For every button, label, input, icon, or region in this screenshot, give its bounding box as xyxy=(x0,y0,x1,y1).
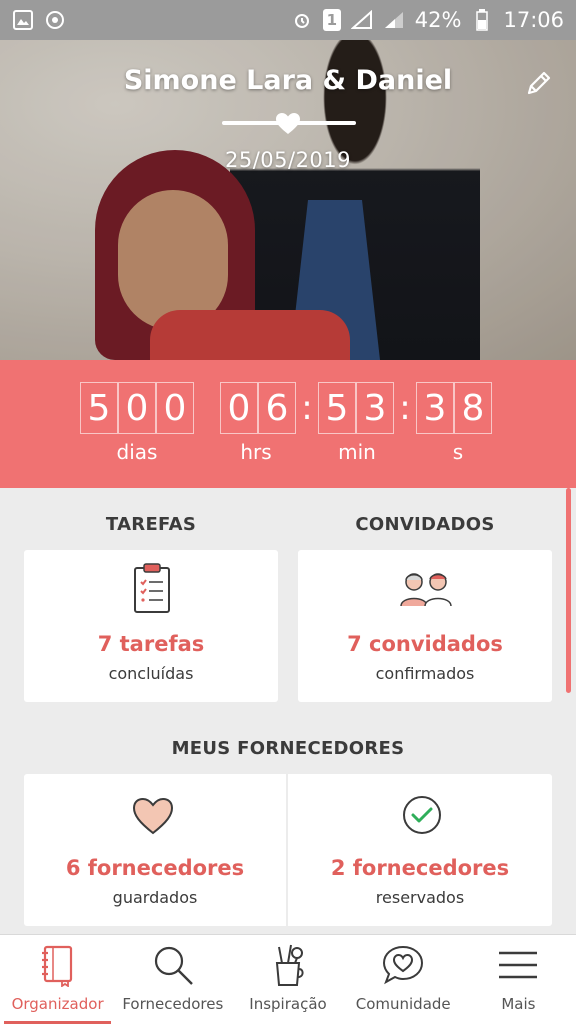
nav-fornecedores[interactable]: Fornecedores xyxy=(115,935,230,1024)
colon-separator: : xyxy=(399,388,411,428)
signal-strength-icon xyxy=(383,9,405,31)
booked-vendors-status: reservados xyxy=(375,888,465,907)
countdown-digits: 5 0 0 0 6 : 5 3 : 3 8 xyxy=(80,382,492,434)
seconds-digits: 3 8 xyxy=(416,382,492,434)
digit: 0 xyxy=(220,382,258,434)
nav-inspiracao[interactable]: Inspiração xyxy=(230,935,345,1024)
guests-card[interactable]: 7 convidados confirmados xyxy=(298,550,552,702)
search-icon xyxy=(151,943,195,987)
scroll-indicator[interactable] xyxy=(566,488,571,693)
digit: 3 xyxy=(416,382,454,434)
clock: 17:06 xyxy=(503,8,564,32)
check-circle-icon xyxy=(401,794,443,840)
seconds-label: s xyxy=(452,440,464,464)
guests-status: confirmados xyxy=(375,664,475,683)
menu-icon xyxy=(496,943,540,987)
nav-comunidade[interactable]: Comunidade xyxy=(346,935,461,1024)
pencil-cup-icon xyxy=(266,943,310,987)
heart-outline-icon xyxy=(131,796,175,840)
saved-vendors-status: guardados xyxy=(112,888,198,907)
nav-label: Inspiração xyxy=(249,995,327,1013)
digit: 3 xyxy=(356,382,394,434)
alarm-icon xyxy=(291,9,313,31)
nav-label: Mais xyxy=(501,995,536,1013)
tasks-count: 7 tarefas xyxy=(97,632,205,656)
tasks-card[interactable]: 7 tarefas concluídas xyxy=(24,550,278,702)
minutes-digits: 5 3 xyxy=(318,382,394,434)
days-digits: 5 0 0 xyxy=(80,382,194,434)
digit: 0 xyxy=(156,382,194,434)
digit: 6 xyxy=(258,382,296,434)
nav-label: Organizador xyxy=(11,995,104,1013)
booked-vendors-card[interactable]: 2 fornecedores reservados xyxy=(288,774,552,926)
couple-photo-header: Simone Lara & Daniel 25/05/2019 xyxy=(0,40,576,360)
notebook-icon xyxy=(36,943,80,988)
nav-label: Fornecedores xyxy=(122,995,224,1013)
tasks-status: concluídas xyxy=(108,664,194,683)
bottom-navigation: Organizador Fornecedores Inspiração Comu… xyxy=(0,934,576,1024)
hours-label: hrs xyxy=(240,440,272,464)
signal-icon xyxy=(350,9,373,31)
digit: 5 xyxy=(318,382,356,434)
battery-icon xyxy=(471,9,493,31)
heart-icon xyxy=(275,112,301,136)
couple-names: Simone Lara & Daniel xyxy=(123,65,453,96)
edit-icon[interactable] xyxy=(524,68,554,98)
nav-mais[interactable]: Mais xyxy=(461,935,576,1024)
gallery-notification-icon xyxy=(12,9,34,31)
colon-separator: : xyxy=(301,388,313,428)
guests-couple-icon xyxy=(399,570,453,612)
sync-notification-icon xyxy=(44,9,66,31)
chat-heart-icon xyxy=(381,943,425,987)
tasks-heading: TAREFAS xyxy=(105,514,197,535)
booked-vendors-count: 2 fornecedores xyxy=(330,856,510,880)
days-label: dias xyxy=(116,440,158,464)
nav-organizador[interactable]: Organizador xyxy=(0,935,115,1024)
digit: 8 xyxy=(454,382,492,434)
guests-count: 7 convidados xyxy=(347,632,503,656)
minutes-label: min xyxy=(338,440,376,464)
sim-icon: 1 xyxy=(322,9,341,31)
hours-digits: 0 6 xyxy=(220,382,296,434)
status-bar: 1 42% 17:06 xyxy=(0,0,576,40)
battery-percent: 42% xyxy=(414,8,462,32)
saved-vendors-card[interactable]: 6 fornecedores guardados xyxy=(24,774,286,926)
checklist-clipboard-icon xyxy=(133,562,171,618)
digit: 0 xyxy=(118,382,156,434)
vendors-heading: MEUS FORNECEDORES xyxy=(171,738,405,759)
countdown-panel: 5 0 0 0 6 : 5 3 : 3 8 dias hrs min s xyxy=(0,360,576,488)
saved-vendors-count: 6 fornecedores xyxy=(65,856,245,880)
wedding-date: 25/05/2019 xyxy=(224,148,352,172)
digit: 5 xyxy=(80,382,118,434)
nav-label: Comunidade xyxy=(355,995,451,1013)
guests-heading: CONVIDADOS xyxy=(355,514,495,535)
